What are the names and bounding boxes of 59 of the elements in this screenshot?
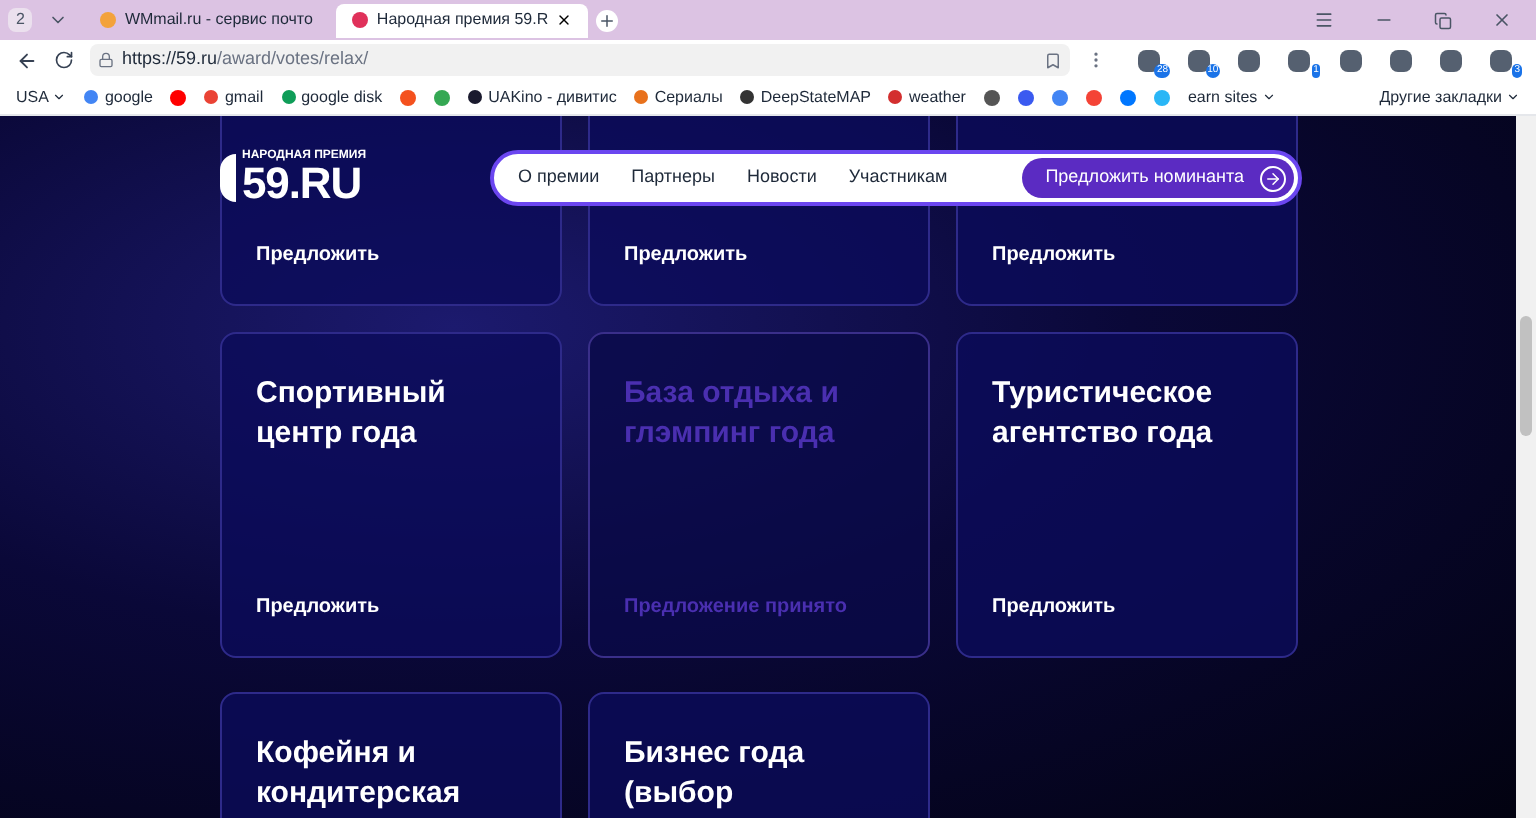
arrow-right-icon (1260, 165, 1286, 191)
scrollbar[interactable] (1516, 116, 1536, 818)
bookmark-folder[interactable]: earn sites (1187, 85, 1258, 109)
suggest-button[interactable]: Предложить (992, 592, 1116, 622)
bookmark-favicon-icon[interactable] (1017, 89, 1034, 105)
nav-link[interactable]: О премии (518, 164, 600, 192)
bookmark-favicon-icon[interactable] (1085, 89, 1102, 105)
address-bar[interactable]: https://59.ru/award/votes/relax/ (90, 44, 1070, 76)
browser-tab[interactable]: WMmail.ru - сервис почто (84, 3, 329, 37)
nav-link[interactable]: Новости (747, 164, 817, 192)
extension-icon[interactable] (1339, 49, 1362, 71)
card-title: Кофейня и кондитерская (256, 734, 463, 814)
bookmark-folder[interactable]: USA (16, 85, 49, 109)
accepted-status-text: Предложение принято (624, 594, 847, 622)
restore-icon[interactable] (1434, 11, 1452, 29)
extension-icon[interactable] (1138, 49, 1160, 71)
chevron-down-icon[interactable] (52, 90, 67, 104)
nav-link[interactable]: Партнеры (631, 164, 715, 192)
extension-icon[interactable] (1389, 49, 1412, 71)
extension-icon[interactable] (1439, 49, 1462, 71)
menu-icon[interactable] (1314, 10, 1334, 30)
bookmark-favicon-icon[interactable] (1051, 89, 1068, 105)
bookmark-link[interactable]: Сериалы (654, 85, 723, 109)
new-tab-icon[interactable] (596, 9, 619, 31)
close-window-icon[interactable] (1492, 10, 1512, 30)
bookmark-link[interactable]: UAKino - дивитис (488, 85, 617, 109)
chevron-down-icon[interactable] (1261, 90, 1276, 104)
browser-tab[interactable]: Народная премия 59.R (336, 3, 589, 37)
bookmark-favicon-icon[interactable] (400, 89, 417, 105)
bookmark-link[interactable]: DeepStateMAP (760, 85, 871, 109)
bookmark-link[interactable]: gmail (224, 85, 264, 109)
other-bookmarks[interactable]: Другие закладки (1379, 85, 1502, 109)
bookmark-link[interactable]: google disk (301, 85, 383, 109)
bookmark-link[interactable]: weather (908, 85, 966, 109)
extension-icon[interactable] (1238, 49, 1261, 71)
reload-icon[interactable] (54, 50, 74, 70)
favicon-icon (100, 12, 117, 28)
nominate-button[interactable]: Предложить номинанта (1021, 158, 1294, 198)
back-icon[interactable] (16, 49, 38, 71)
close-tab-icon[interactable] (556, 12, 573, 28)
suggest-button[interactable]: Предложить (992, 240, 1116, 270)
bookmark-favicon-icon[interactable] (1119, 89, 1136, 105)
favicon-icon (352, 12, 369, 28)
bookmark-link[interactable]: google (104, 85, 153, 109)
bookmark-favicon-icon[interactable] (983, 89, 1000, 105)
suggest-button[interactable]: Предложить (624, 240, 748, 270)
extension-icon[interactable] (1288, 49, 1311, 71)
card-title: База отдыха и глэмпинг года (624, 374, 841, 454)
card-title: Бизнес года (выбор (624, 734, 807, 814)
extension-icon[interactable] (1489, 49, 1512, 71)
suggest-button[interactable]: Предложить (256, 240, 380, 270)
chevron-down-icon[interactable] (1506, 90, 1520, 104)
tab-counter[interactable]: 2 (8, 8, 33, 32)
card-title: Туристическое агентство года (992, 374, 1215, 454)
nav-link[interactable]: Участникам (848, 164, 948, 192)
bookmark-favicon-icon[interactable] (170, 89, 187, 105)
extension-icon[interactable] (1188, 49, 1211, 71)
suggest-button[interactable]: Предложить (256, 592, 380, 622)
card-title: Спортивный центр года (256, 374, 448, 454)
